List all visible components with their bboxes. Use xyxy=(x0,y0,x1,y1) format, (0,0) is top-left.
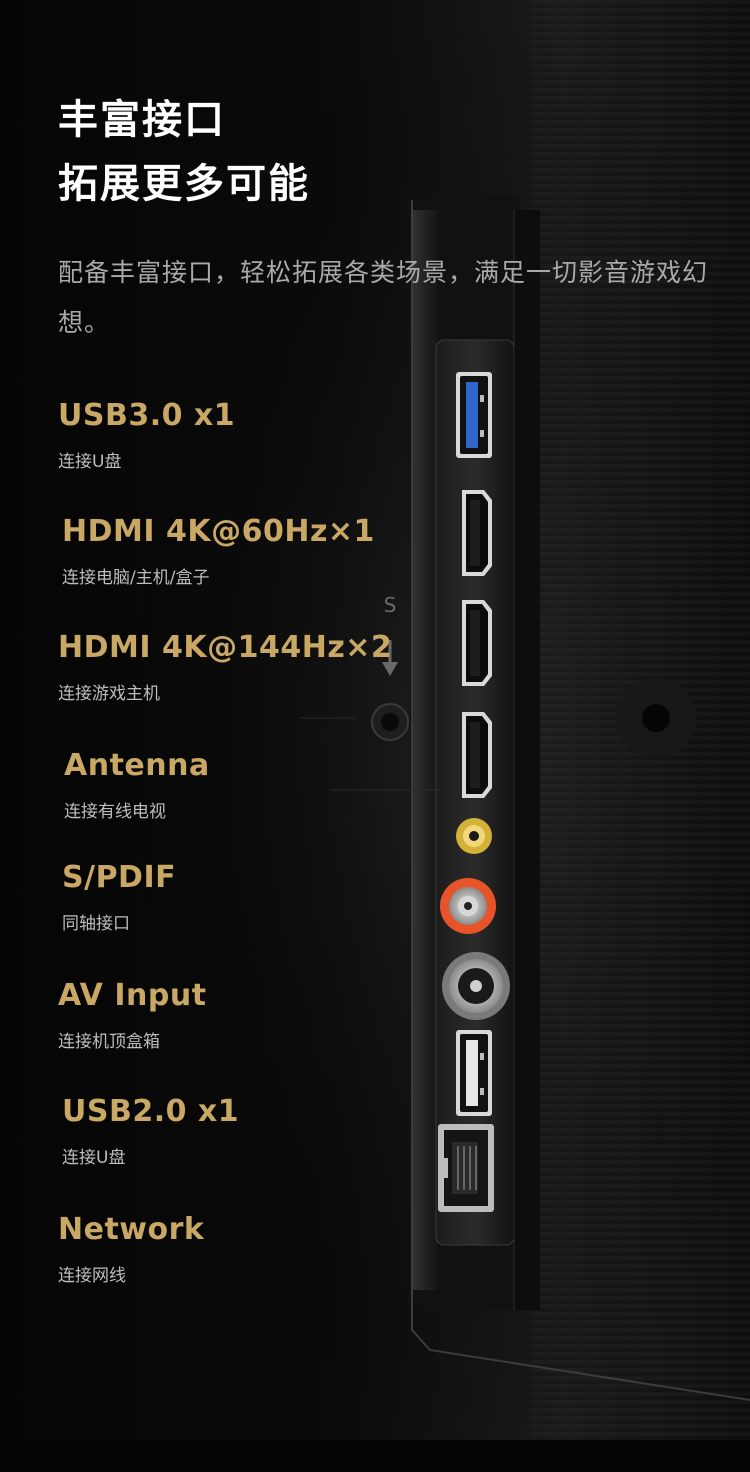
spec-desc: 连接游戏主机 xyxy=(58,684,160,704)
spec-av-input: AV Input 连接机顶盒箱 xyxy=(58,978,207,1052)
spec-name: Network xyxy=(58,1212,205,1247)
spec-desc: 连接电脑/主机/盒子 xyxy=(62,568,210,588)
antenna-port-icon xyxy=(442,952,510,1020)
product-feature-panel: S 丰富接口 拓展更多可能 配备丰富接口，轻松拓展各类场景，满足一切影音游戏幻想… xyxy=(0,0,750,1472)
spdif-port-icon xyxy=(456,818,492,854)
headline-line-1: 丰富接口 xyxy=(58,97,226,143)
spec-usb2: USB2.0 x1 连接U盘 xyxy=(62,1094,239,1168)
spec-name: HDMI 4K@144Hz×2 xyxy=(58,630,393,665)
spec-name: Antenna xyxy=(64,748,210,783)
spec-network: Network 连接网线 xyxy=(58,1212,204,1286)
headline: 丰富接口 拓展更多可能 xyxy=(58,88,310,216)
spec-hdmi-144: HDMI 4K@144Hz×2 连接游戏主机 xyxy=(58,630,392,704)
button-label: S xyxy=(384,593,397,617)
spec-name: USB2.0 x1 xyxy=(62,1094,240,1129)
spec-name: USB3.0 x1 xyxy=(58,398,236,433)
spec-usb3: USB3.0 x1 连接U盘 xyxy=(58,398,235,472)
ethernet-port-icon xyxy=(438,1124,494,1212)
spec-desc: 连接U盘 xyxy=(58,452,122,472)
spec-name: S/PDIF xyxy=(62,860,177,895)
usb2-port-icon xyxy=(456,1030,492,1116)
spec-desc: 连接U盘 xyxy=(62,1148,126,1168)
spec-name: HDMI 4K@60Hz×1 xyxy=(62,514,375,549)
hdmi-port-icon xyxy=(462,600,492,686)
spec-antenna: Antenna 连接有线电视 xyxy=(64,748,210,822)
spec-desc: 连接有线电视 xyxy=(64,802,166,822)
usb3-port-icon xyxy=(456,372,492,458)
hdmi-port-icon xyxy=(462,490,492,576)
description: 配备丰富接口，轻松拓展各类场景，满足一切影音游戏幻想。 xyxy=(58,258,709,337)
spec-spdif: S/PDIF 同轴接口 xyxy=(62,860,176,934)
spec-hdmi-60: HDMI 4K@60Hz×1 连接电脑/主机/盒子 xyxy=(62,514,375,588)
spec-desc: 连接机顶盒箱 xyxy=(58,1032,160,1052)
spec-desc: 连接网线 xyxy=(58,1266,126,1286)
headline-line-2: 拓展更多可能 xyxy=(58,161,310,207)
spec-desc: 同轴接口 xyxy=(62,914,130,934)
av-port-icon xyxy=(440,878,496,934)
power-button-icon xyxy=(371,703,409,741)
spec-name: AV Input xyxy=(58,978,207,1013)
hdmi-port-icon xyxy=(462,712,492,798)
